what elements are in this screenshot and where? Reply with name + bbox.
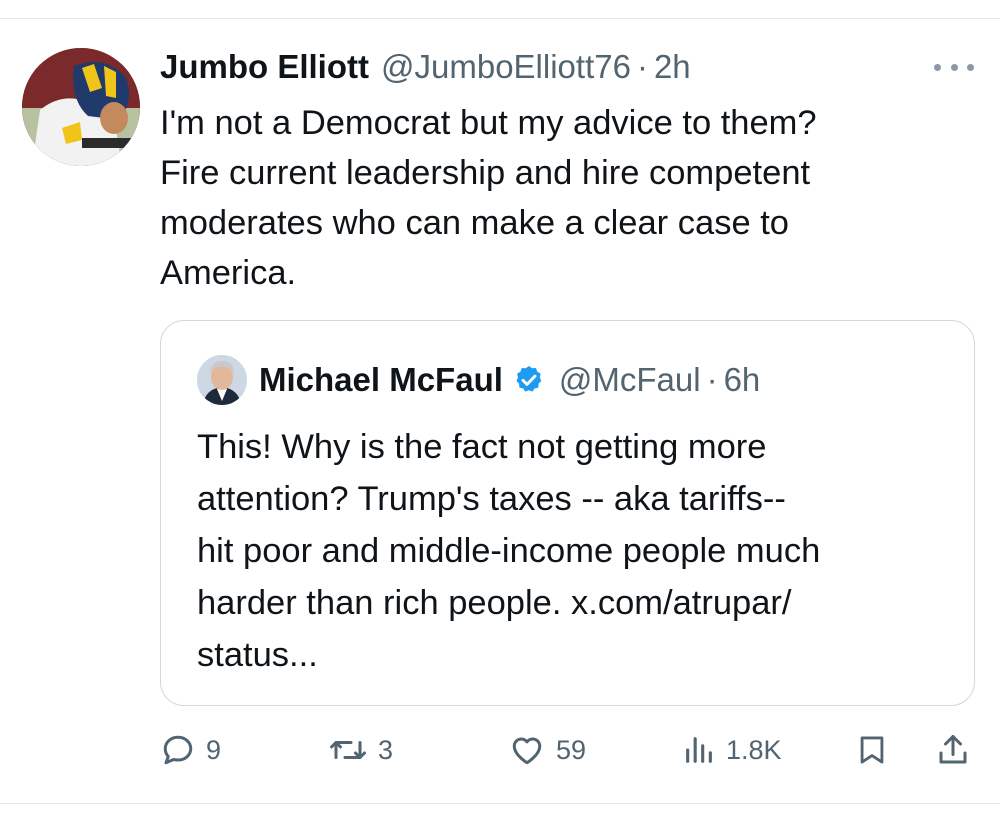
author-name[interactable]: Jumbo Elliott — [160, 48, 369, 86]
top-divider — [0, 18, 1000, 19]
separator-dot: · — [636, 48, 648, 85]
repost-button[interactable]: 3 — [328, 725, 393, 775]
like-count: 59 — [556, 734, 587, 765]
quote-separator-dot: · — [706, 361, 718, 398]
more-dot — [967, 63, 974, 71]
quoted-tweet[interactable]: Michael McFaul @McFaul · 6h This! Why is… — [160, 320, 975, 706]
reply-icon — [160, 732, 196, 768]
reply-button[interactable]: 9 — [160, 725, 221, 775]
tweet-time[interactable]: 2h — [654, 48, 691, 86]
bookmark-button[interactable] — [855, 725, 889, 775]
views-icon — [682, 732, 716, 768]
bottom-divider — [0, 803, 1000, 804]
quote-author-name[interactable]: Michael McFaul — [259, 361, 503, 399]
reply-count: 9 — [206, 734, 222, 765]
quote-author-avatar[interactable] — [197, 355, 247, 405]
share-button[interactable] — [935, 725, 971, 775]
author-avatar[interactable] — [22, 48, 140, 166]
tweet-text: I'm not a Democrat but my advice to them… — [160, 104, 817, 292]
more-dot — [950, 63, 958, 71]
repost-icon — [328, 732, 368, 768]
bookmark-icon — [855, 731, 889, 769]
views-button[interactable]: 1.8K — [682, 725, 782, 775]
view-count: 1.8K — [726, 734, 782, 765]
like-icon — [508, 732, 546, 768]
quote-time[interactable]: 6h — [724, 361, 761, 399]
action-bar: 9 3 59 1.8K — [160, 725, 975, 775]
repost-count: 3 — [378, 734, 394, 765]
like-button[interactable]: 59 — [508, 725, 586, 775]
author-handle[interactable]: @JumboElliott76 — [381, 48, 631, 86]
quote-author-handle[interactable]: @McFaul — [559, 361, 701, 399]
quote-header: Michael McFaul @McFaul · 6h — [259, 357, 760, 403]
verified-icon — [513, 364, 545, 396]
quote-text: This! Why is the fact not getting more a… — [197, 428, 821, 674]
more-icon[interactable] — [934, 52, 974, 82]
tweet-header: Jumbo Elliott @JumboElliott76 · 2h — [160, 44, 691, 90]
share-icon — [935, 731, 971, 769]
more-dot — [934, 63, 941, 71]
